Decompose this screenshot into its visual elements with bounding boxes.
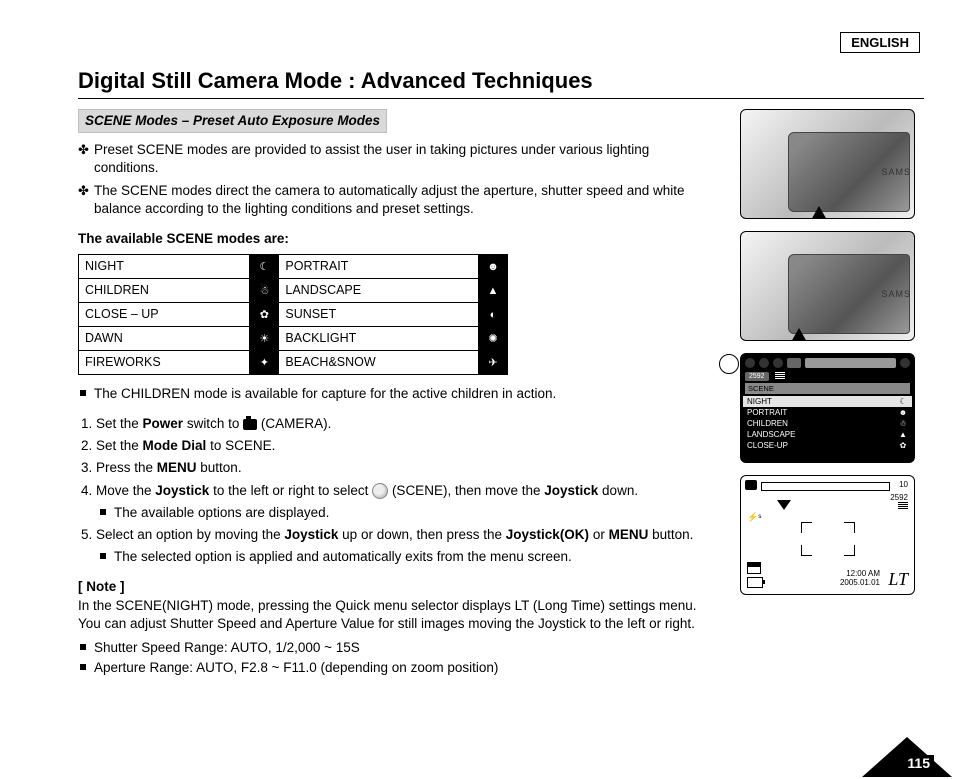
mode-name: NIGHT xyxy=(79,255,250,279)
note-bullets: Shutter Speed Range: AUTO, 1/2,000 ~ 15S… xyxy=(78,639,698,677)
menu-top-icons xyxy=(743,356,912,370)
table-row: FIREWORKS✦ BEACH&SNOW✈ xyxy=(79,350,508,374)
figure-1: 1 xyxy=(740,109,915,219)
menu-resolution: 2592 xyxy=(745,372,769,381)
pointer-arrow-icon xyxy=(811,206,827,219)
figure-number-4: 4 xyxy=(719,354,739,374)
grid-icon xyxy=(775,372,785,380)
scene-icon xyxy=(372,483,388,499)
figure-2: 2 xyxy=(740,231,915,341)
page-number: 115 xyxy=(903,755,934,771)
camera-illustration xyxy=(788,254,910,334)
table-row: CHILDREN☃ LANDSCAPE▲ xyxy=(79,279,508,303)
step-4: Move the Joystick to the left or right t… xyxy=(96,482,698,522)
language-box: ENGLISH xyxy=(840,32,920,53)
pointer-arrow-icon xyxy=(777,500,791,510)
page-title: Digital Still Camera Mode : Advanced Tec… xyxy=(78,68,924,94)
camera-illustration xyxy=(788,132,910,212)
intro-item: Preset SCENE modes are provided to assis… xyxy=(94,141,698,177)
children-note-list: The CHILDREN mode is available for captu… xyxy=(78,385,698,403)
flash-icon: ⚡ˢ xyxy=(747,512,761,523)
exposure-bar xyxy=(761,482,890,491)
quality-icon xyxy=(898,502,908,510)
note-label: [ Note ] xyxy=(78,578,698,596)
pointer-arrow-icon xyxy=(791,328,807,341)
note-body: In the SCENE(NIGHT) mode, pressing the Q… xyxy=(78,597,698,633)
title-underline xyxy=(78,98,924,99)
focus-brackets xyxy=(801,522,855,556)
menu-item: LANDSCAPE▲ xyxy=(743,429,912,440)
menu-item-selected: NIGHT☾ xyxy=(743,396,912,407)
card-icon xyxy=(747,562,761,574)
step-5: Select an option by moving the Joystick … xyxy=(96,526,698,566)
children-note: The CHILDREN mode is available for captu… xyxy=(94,385,698,403)
lt-screen: 10 2592 ⚡ˢ 12:00 AM2005.01.01 LT xyxy=(740,475,915,595)
menu-item: CLOSE-UP✿ xyxy=(743,440,912,451)
procedure-steps: Set the Power switch to (CAMERA). Set th… xyxy=(78,415,698,567)
camera-icon xyxy=(243,419,257,430)
step-2: Set the Mode Dial to SCENE. xyxy=(96,437,698,455)
step-1: Set the Power switch to (CAMERA). xyxy=(96,415,698,433)
figure-4-menu-screen: 4 2592 SCENE NIGHT☾ PORTRAIT☻ CHILDREN☃ … xyxy=(740,353,915,463)
note-bullet: Aperture Range: AUTO, F2.8 ~ F11.0 (depe… xyxy=(94,659,698,677)
step-3: Press the MENU button. xyxy=(96,459,698,477)
menu-item: CHILDREN☃ xyxy=(743,418,912,429)
intro-list: Preset SCENE modes are provided to assis… xyxy=(78,141,698,218)
main-text-column: SCENE Modes – Preset Auto Exposure Modes… xyxy=(78,109,698,690)
lt-label: LT xyxy=(888,569,908,590)
table-row: NIGHT☾ PORTRAIT☻ xyxy=(79,255,508,279)
step-5-sub: The selected option is applied and autom… xyxy=(114,548,572,566)
intro-item: The SCENE modes direct the camera to aut… xyxy=(94,182,698,218)
lt-count: 10 xyxy=(899,480,908,489)
mode-icon: ☾ xyxy=(250,255,279,279)
night-mode-icon xyxy=(745,480,757,490)
mode-name: PORTRAIT xyxy=(279,255,479,279)
scene-modes-table: NIGHT☾ PORTRAIT☻ CHILDREN☃ LANDSCAPE▲ CL… xyxy=(78,254,508,374)
menu-title: SCENE xyxy=(745,383,910,394)
table-caption: The available SCENE modes are: xyxy=(78,230,698,248)
section-subhead: SCENE Modes – Preset Auto Exposure Modes xyxy=(78,109,387,133)
step-4-sub: The available options are displayed. xyxy=(114,504,329,522)
lt-resolution: 2592 xyxy=(890,494,908,512)
battery-icon xyxy=(747,577,763,588)
figure-column: 1 2 4 2592 SCENE NIGHT☾ PORTRAIT☻ CHILDR… xyxy=(718,109,918,690)
table-row: DAWN☀ BACKLIGHT✺ xyxy=(79,326,508,350)
page-number-ornament: 115 xyxy=(862,737,952,777)
mode-icon: ☻ xyxy=(479,255,508,279)
table-row: CLOSE – UP✿ SUNSET◐ xyxy=(79,303,508,327)
menu-item: PORTRAIT☻ xyxy=(743,407,912,418)
lt-datetime: 12:00 AM2005.01.01 xyxy=(840,570,880,588)
note-bullet: Shutter Speed Range: AUTO, 1/2,000 ~ 15S xyxy=(94,639,698,657)
